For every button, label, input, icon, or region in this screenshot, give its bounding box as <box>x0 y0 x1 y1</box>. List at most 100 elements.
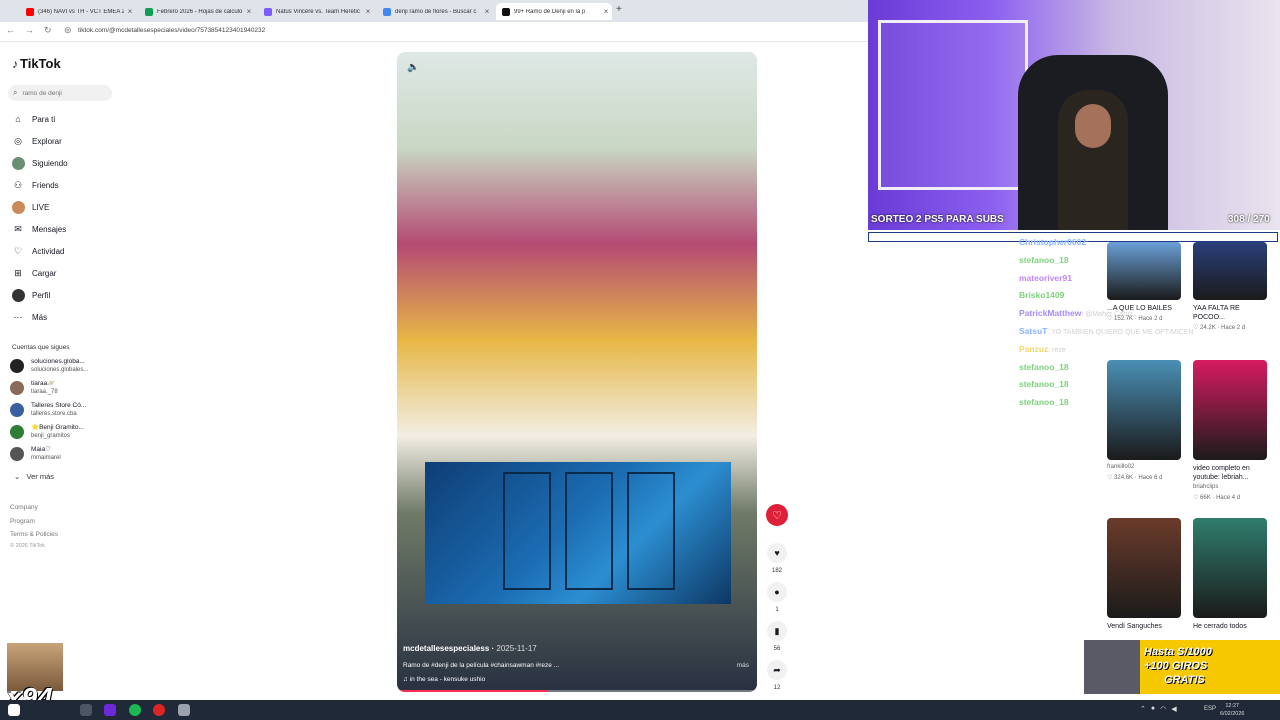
taskbar-app-icon[interactable] <box>153 704 165 716</box>
account-handle: soluciones.globales... <box>31 367 89 373</box>
tiktok-logo[interactable]: ♪ TikTok <box>12 56 61 71</box>
avatar <box>10 425 24 439</box>
following-account[interactable]: Maia♡ mmaimarel <box>10 446 61 462</box>
sidebar-item-home[interactable]: ⌂ Para ti <box>11 112 55 126</box>
feed-caption[interactable]: video completo en youtube: lebriah... <box>1193 464 1269 482</box>
creator-avatar[interactable]: ♡ <box>766 504 788 526</box>
chat-message: SatsuT: YO TAMBIEN QUIERO QUE ME OPTIMIC… <box>1019 326 1194 336</box>
account-name: ⭐Benji Gramito... <box>31 424 84 431</box>
taskbar-app-icon[interactable] <box>178 704 190 716</box>
chat-message: stefanoo_18 <box>1019 397 1069 407</box>
wifi-icon[interactable]: ◠ <box>1160 705 1166 713</box>
chevron-up-icon[interactable]: ⌃ <box>1140 705 1146 713</box>
more-options-icon[interactable]: ⋯ <box>737 60 747 71</box>
tab-favicon-icon <box>502 7 510 16</box>
video-author[interactable]: mcdetallesespecialess · 2025-11-17 <box>403 644 537 653</box>
url-field[interactable]: tiktok.com/@mcdetallesespeciales/video/7… <box>78 27 265 34</box>
icon-dot <box>11 200 25 214</box>
footer-company[interactable]: Company <box>10 504 38 511</box>
video-player[interactable]: 🔈 ⋯ mcdetallesespecialess · 2025-11-17 R… <box>397 52 757 692</box>
system-tray[interactable]: ⌃ ● ◠ ◀ <box>1140 705 1177 713</box>
site-info-icon[interactable]: ⊜ <box>64 25 72 36</box>
tab-2[interactable]: Febrero 2026 - Hojas de cálculo × <box>139 3 255 20</box>
sidebar-item-friends[interactable]: ⚇ Friends <box>11 178 59 192</box>
like-count: 182 <box>771 568 782 574</box>
avatar <box>10 381 24 395</box>
chat-username: Panzuz <box>1019 343 1049 354</box>
address-bar: ← → ↻ ⊜ tiktok.com/@mcdetallesespeciales… <box>0 22 868 42</box>
feed-thumbnail[interactable] <box>1107 242 1181 300</box>
description-more-link[interactable]: más <box>737 662 749 669</box>
spotify-icon[interactable] <box>129 704 141 716</box>
feed-thumbnail[interactable] <box>1107 360 1181 460</box>
sidebar-item-activity[interactable]: ♡ Actividad <box>11 244 65 258</box>
feed-thumbnail[interactable] <box>1193 518 1267 618</box>
feed-caption[interactable]: Vendí Sanguches <box>1107 622 1183 631</box>
webcam-overlay <box>868 0 1280 230</box>
search-input[interactable] <box>22 89 103 97</box>
share-button[interactable]: ➦ <box>767 660 787 680</box>
close-tab-icon[interactable]: × <box>600 7 612 16</box>
tab-1[interactable]: (346) NAVI vs TH - VCT EMEA 2 × <box>20 3 136 20</box>
feed-caption[interactable]: He cerrado todos <box>1193 622 1269 631</box>
feed-thumbnail[interactable] <box>1193 242 1267 300</box>
feed-age: Hace 2 d <box>1138 316 1163 322</box>
speaker-icon[interactable]: ◀ <box>1171 705 1176 713</box>
clock-time: 12:27 <box>1225 703 1240 709</box>
like-button[interactable]: ♥ <box>767 543 787 563</box>
feed-author[interactable]: briahclips <box>1193 484 1218 490</box>
close-tab-icon[interactable]: × <box>124 7 136 16</box>
avatar <box>10 447 24 461</box>
sidebar-item-compass[interactable]: ◎ Explorar <box>11 134 62 148</box>
see-more-button[interactable]: ⌄ Ver más <box>14 472 54 481</box>
sidebar-item-live[interactable]: LIVE <box>11 200 49 214</box>
close-tab-icon[interactable]: × <box>481 7 493 16</box>
promo-line3: GRATIS <box>1164 674 1205 686</box>
feed-caption[interactable]: YAA FALTA RE POCOO... <box>1193 304 1269 322</box>
video-music[interactable]: ♫ in the sea - kensuke ushio <box>403 676 485 683</box>
sidebar-item-following[interactable]: Siguiendo <box>11 156 68 170</box>
clock[interactable]: 12:27 6/02/2026 <box>1220 702 1244 718</box>
brand-name: TikTok <box>20 56 61 71</box>
sidebar-item-profile[interactable]: Perfil <box>11 288 50 302</box>
following-account[interactable]: soluciones.globa... soluciones.globales..… <box>10 358 88 374</box>
promo-banner: Hasta S/1000 +100 GIROS GRATIS <box>1084 640 1280 694</box>
share-icon: ➦ <box>773 664 781 675</box>
window-frame <box>565 472 613 590</box>
heart-icon: ♡ <box>1107 316 1115 322</box>
feed-author[interactable]: frankillo02 <box>1107 464 1134 470</box>
bookmark-button[interactable]: ▮ <box>767 621 787 641</box>
sidebar-item-upload[interactable]: ⊞ Cargar <box>11 266 56 280</box>
feed-caption[interactable]: ...A QUE LO BAILES <box>1107 304 1183 313</box>
search-box[interactable]: ⌕ <box>8 85 112 101</box>
taskbar-app-icon[interactable] <box>80 704 92 716</box>
footer-terms[interactable]: Terms & Policies <box>10 531 58 538</box>
language-indicator[interactable]: ESP <box>1204 706 1216 712</box>
comment-button[interactable]: ● <box>767 582 787 602</box>
reload-icon[interactable]: ↻ <box>44 25 52 36</box>
tab-favicon-icon <box>145 7 153 16</box>
footer-program[interactable]: Program <box>10 518 35 525</box>
close-tab-icon[interactable]: × <box>243 7 255 16</box>
video-progress-bar[interactable] <box>397 690 757 692</box>
tab-3[interactable]: Natus Vincere vs. Team Heretic × <box>258 3 374 20</box>
back-icon[interactable]: ← <box>6 25 15 35</box>
feed-thumbnail[interactable] <box>1193 360 1267 460</box>
tab-5[interactable]: 99+ Ramo de Denji en la p × <box>496 3 612 20</box>
sidebar-item-more[interactable]: ⋯ Más <box>11 310 48 324</box>
windows-start-icon[interactable] <box>8 704 20 716</box>
following-account[interactable]: Talleres Store Có... talleres.store.cba <box>10 402 86 418</box>
copyright: © 2026 TikTok <box>10 543 45 549</box>
sidebar-item-messages[interactable]: ✉ Mensajes <box>11 222 66 236</box>
close-tab-icon[interactable]: × <box>362 7 374 16</box>
mic-icon[interactable]: ● <box>1151 705 1155 713</box>
following-account[interactable]: tiaraa🪐 tiaraa._78 <box>10 380 58 396</box>
following-account[interactable]: ⭐Benji Gramito... benji_gramitos <box>10 424 84 440</box>
tab-4[interactable]: denji ramo de flores - Buscar c × <box>377 3 493 20</box>
feed-thumbnail[interactable] <box>1107 518 1181 618</box>
compass-icon: ◎ <box>14 135 22 146</box>
new-tab-button[interactable]: + <box>616 4 622 15</box>
volume-icon[interactable]: 🔈 <box>407 62 419 73</box>
forward-icon[interactable]: → <box>25 25 34 35</box>
taskbar-app-icon[interactable] <box>104 704 116 716</box>
